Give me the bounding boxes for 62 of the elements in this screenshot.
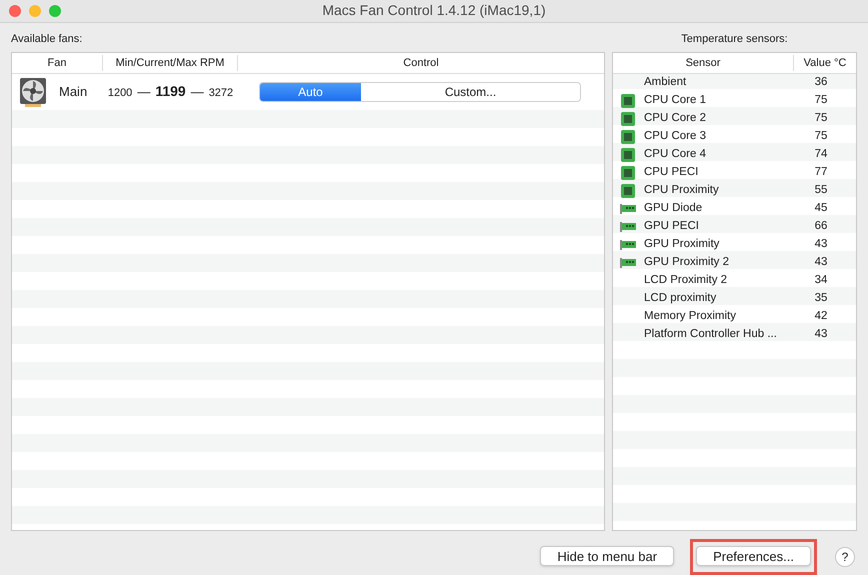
column-header[interactable]: Control (238, 54, 604, 72)
action-button[interactable]: Hide to menu bar (540, 546, 674, 566)
column-header[interactable]: Value °C (794, 54, 856, 72)
section-label: Available fans: (11, 32, 84, 47)
help-button[interactable]: ? (835, 547, 855, 567)
sensor-name: CPU PECI (644, 166, 698, 178)
sensor-name: GPU Proximity (644, 238, 720, 250)
sensor-name: Platform Controller Hub ... (644, 328, 777, 340)
sensor-value: 75 (814, 130, 828, 142)
graphics-card-icon (620, 258, 636, 268)
sensor-value: 35 (814, 292, 828, 304)
sensor-value: 77 (814, 166, 828, 178)
sensor-name: CPU Core 3 (644, 130, 706, 142)
fan-icon (19, 76, 47, 107)
column-header[interactable]: Min/Current/Max RPM (103, 54, 238, 72)
graphics-card-icon (620, 240, 636, 250)
chip-icon (621, 112, 635, 126)
section-label: Temperature sensors: (681, 32, 788, 47)
dash: — (137, 83, 150, 102)
chip-icon (621, 148, 635, 162)
max-rpm: 3272 (208, 86, 234, 102)
dash: — (190, 83, 204, 102)
sensor-value: 66 (814, 220, 828, 232)
close-button[interactable] (9, 5, 21, 17)
chip-icon (621, 184, 635, 198)
sensor-name: LCD Proximity 2 (644, 274, 728, 286)
sensor-value: 74 (814, 148, 828, 160)
column-header[interactable]: Fan (12, 54, 103, 72)
graphics-card-icon (620, 222, 636, 232)
window-title: Macs Fan Control 1.4.12 (iMac19,1) (322, 1, 546, 20)
segment-button[interactable]: Auto (260, 82, 361, 101)
sensor-name: CPU Core 1 (644, 94, 706, 106)
graphics-card-icon (620, 204, 636, 214)
column-header[interactable]: Sensor (613, 54, 794, 72)
sensor-value: 75 (814, 94, 828, 106)
sensor-value: 34 (814, 274, 828, 286)
minimize-button[interactable] (29, 5, 41, 17)
sensor-name: GPU Proximity 2 (644, 256, 729, 268)
sensor-value: 42 (814, 310, 828, 322)
zoom-button[interactable] (49, 5, 61, 17)
sensor-name: GPU PECI (644, 220, 699, 232)
fan-name: Main (59, 83, 88, 102)
chip-icon (621, 166, 635, 180)
chip-icon (621, 130, 635, 144)
sensor-value: 45 (814, 202, 828, 214)
sensor-value: 43 (814, 328, 828, 340)
sensor-name: CPU Core 2 (644, 112, 706, 124)
sensor-name: CPU Proximity (644, 184, 719, 196)
min-rpm: 1200 (108, 86, 132, 102)
sensor-name: CPU Core 4 (644, 148, 706, 160)
action-button[interactable]: Preferences... (696, 546, 811, 566)
sensor-value: 36 (814, 76, 828, 88)
current-rpm: 1199 (155, 82, 186, 102)
chip-icon (621, 94, 635, 108)
sensor-value: 55 (814, 184, 828, 196)
sensor-value: 75 (814, 112, 828, 124)
sensor-name: LCD proximity (644, 292, 716, 304)
sensor-name: Memory Proximity (644, 310, 736, 322)
sensor-value: 43 (814, 256, 828, 268)
sensor-name: GPU Diode (644, 202, 702, 214)
sensor-value: 43 (814, 238, 828, 250)
sensor-name: Ambient (644, 76, 686, 88)
